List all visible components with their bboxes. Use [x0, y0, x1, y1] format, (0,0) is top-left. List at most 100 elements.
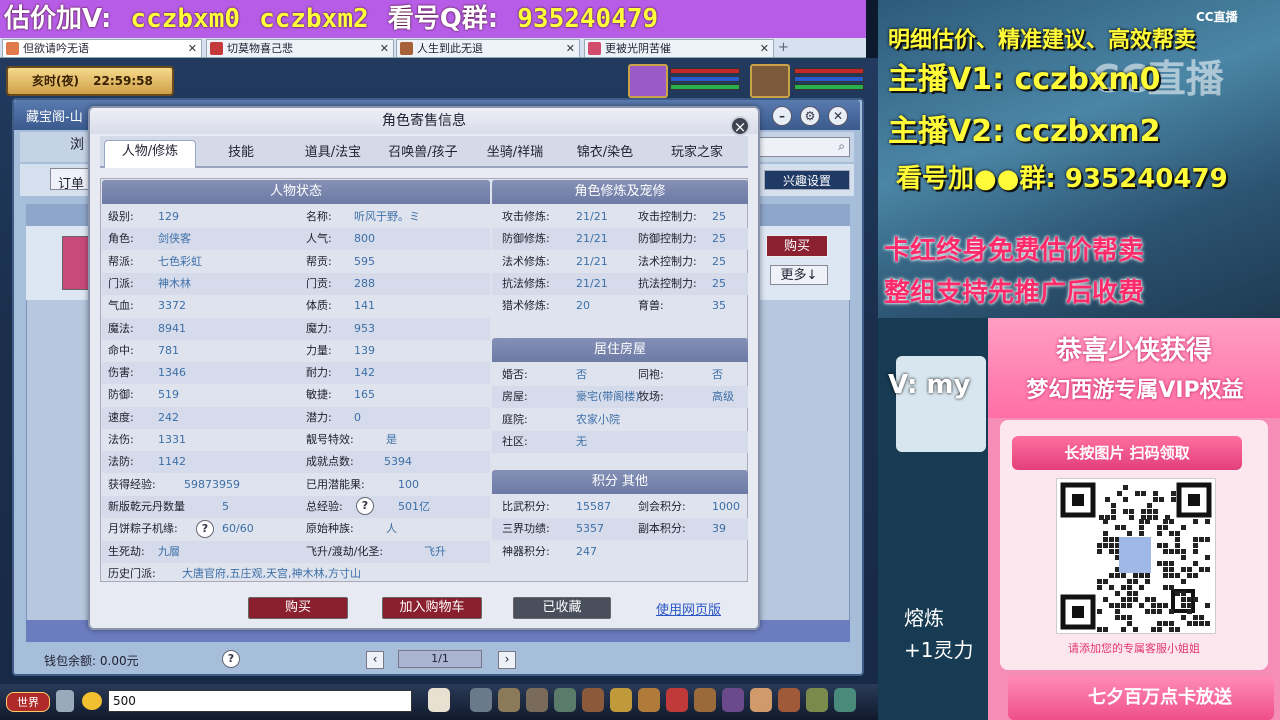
banner-wechat-1: cczbxm0 [130, 4, 240, 34]
tab-pets[interactable]: 召唤兽/孩子 [378, 142, 468, 168]
wallet-label: 钱包余额: [44, 654, 97, 668]
sword-icon[interactable] [470, 688, 492, 712]
vip-title-1: 恭喜少侠获得 [1055, 336, 1212, 366]
dialog-close-button[interactable]: × [730, 116, 750, 136]
status-row-left: 角色: 剑侠客 [108, 228, 298, 250]
close-icon[interactable]: ✕ [566, 40, 575, 57]
interest-settings-button[interactable]: 兴趣设置 [764, 170, 850, 190]
tab-skills[interactable]: 技能 [206, 142, 276, 168]
use-web-version-link[interactable]: 使用网页版 [656, 599, 721, 618]
status-row-left: 伤害: 1346 [108, 362, 298, 384]
field-value: 59873959 [184, 477, 240, 491]
close-icon[interactable]: ✕ [760, 40, 769, 57]
mail-icon[interactable] [778, 688, 800, 712]
treasure-window-title: 藏宝阁-山 [26, 110, 83, 125]
status-row-left: 魔法: 8941 [108, 318, 298, 340]
field-label: 速度: [108, 410, 134, 424]
gift-icon[interactable] [750, 688, 772, 712]
vip-scan-pill: 长按图片 扫码领取 [1012, 436, 1242, 470]
field-label: 历史门派: [108, 566, 156, 580]
listing-more-button[interactable]: 更多↓ [770, 265, 828, 285]
tab-3[interactable]: 人生到此无退 ✕ [396, 39, 580, 57]
add-to-cart-button[interactable]: 加入购物车 [382, 597, 482, 619]
chat-input[interactable]: 500 [108, 690, 412, 712]
field-label: 原始种族: [306, 522, 354, 536]
close-icon[interactable]: ✕ [380, 40, 389, 57]
listing-buy-button[interactable]: 购买 [766, 235, 828, 257]
close-icon[interactable]: ✕ [188, 40, 197, 57]
field-label: 防御控制力: [638, 232, 697, 246]
status-row-left: 获得经验: 59873959 [108, 474, 298, 496]
shop-icon[interactable] [666, 688, 688, 712]
field-value: 5357 [576, 522, 604, 536]
time-of-day: 亥时(夜) [32, 74, 79, 88]
favorited-button[interactable]: 已收藏 [513, 597, 611, 619]
dialog-title: 角色寄售信息 [90, 108, 758, 134]
tab-character[interactable]: 人物/修炼 [104, 140, 196, 168]
status-row-left: 速度: 242 [108, 407, 298, 429]
refine-label: 熔炼 [904, 606, 944, 630]
field-value: 800 [354, 232, 375, 246]
field-value: 165 [354, 388, 375, 402]
tab-1[interactable]: 但欲请吟无语 ✕ [2, 39, 202, 57]
section-residence-header: 居住房屋 [492, 338, 748, 362]
minimize-icon[interactable]: – [772, 106, 792, 126]
status-row-left: 门派: 神木林 [108, 273, 298, 295]
microphone-icon[interactable] [56, 690, 74, 712]
tab-items[interactable]: 道具/法宝 [290, 142, 376, 168]
activity-icon[interactable] [722, 688, 744, 712]
field-label: 攻击修炼: [502, 210, 550, 223]
field-label: 育兽: [638, 299, 664, 313]
pet-icon[interactable] [428, 688, 450, 712]
contact-partial: V: my [888, 370, 971, 400]
field-label: 体质: [306, 299, 332, 313]
order-partial-label[interactable]: 订单 [58, 173, 84, 192]
buy-button[interactable]: 购买 [248, 597, 348, 619]
tab-4[interactable]: 更被光阴苦催 ✕ [584, 39, 774, 57]
field-label: 级别: [108, 210, 134, 223]
guild-icon[interactable] [582, 688, 604, 712]
wallet-balance: 钱包余额: 0.00元 [44, 652, 139, 669]
pair-row: 猎术修炼: 20 育兽: 35 [502, 295, 742, 317]
field-value: 大唐官府,五庄观,天宫,神木林,方寸山 [182, 566, 361, 580]
team-icon[interactable] [526, 688, 548, 712]
emoji-icon[interactable] [82, 692, 102, 710]
field-label: 法伤: [108, 433, 134, 446]
status-row-right: 力量: 139 [306, 340, 486, 362]
skills-icon[interactable] [610, 688, 632, 712]
status-row-right: 总经验: 501亿 [306, 496, 486, 518]
help-icon[interactable]: ? [356, 497, 374, 515]
qr-code [1056, 478, 1216, 634]
field-label: 魔力: [306, 321, 332, 335]
tab-mounts[interactable]: 坐骑/祥瑞 [472, 142, 558, 168]
status-row-right: 人气: 800 [306, 228, 486, 250]
tab-2[interactable]: 切莫物喜己悲 ✕ [206, 39, 394, 57]
rank-icon[interactable] [694, 688, 716, 712]
help-icon[interactable]: ? [196, 520, 214, 538]
bag-icon[interactable] [498, 688, 520, 712]
close-icon[interactable]: ✕ [828, 106, 848, 126]
chat-channel-chip[interactable]: 世界 [6, 692, 50, 712]
gear-icon[interactable]: ⚙ [800, 106, 820, 126]
tab-home[interactable]: 玩家之家 [654, 142, 740, 168]
system-icon[interactable] [806, 688, 828, 712]
settings-icon[interactable] [834, 688, 856, 712]
friends-icon[interactable] [554, 688, 576, 712]
search-icon[interactable]: ⌕ [838, 139, 845, 154]
next-page-button[interactable]: › [498, 651, 516, 669]
prev-page-button[interactable]: ‹ [366, 651, 384, 669]
field-label: 房屋: [502, 390, 528, 404]
tab-outfits[interactable]: 锦衣/染色 [562, 142, 648, 168]
help-icon[interactable]: ? [222, 650, 240, 668]
page-indicator: 1/1 [398, 650, 482, 668]
field-label: 法术修炼: [502, 254, 550, 268]
quest-icon[interactable] [638, 688, 660, 712]
player-portrait[interactable] [628, 64, 668, 98]
field-value: 8941 [158, 321, 186, 335]
tab-label: 更被光阴苦催 [605, 42, 671, 55]
pet-portrait[interactable] [750, 64, 790, 98]
nav-partial-label[interactable]: 浏 [70, 134, 84, 154]
banner-text-qq: 看号Q群: [387, 4, 499, 34]
new-tab-icon[interactable]: + [778, 40, 789, 55]
field-value: 0 [354, 410, 361, 424]
